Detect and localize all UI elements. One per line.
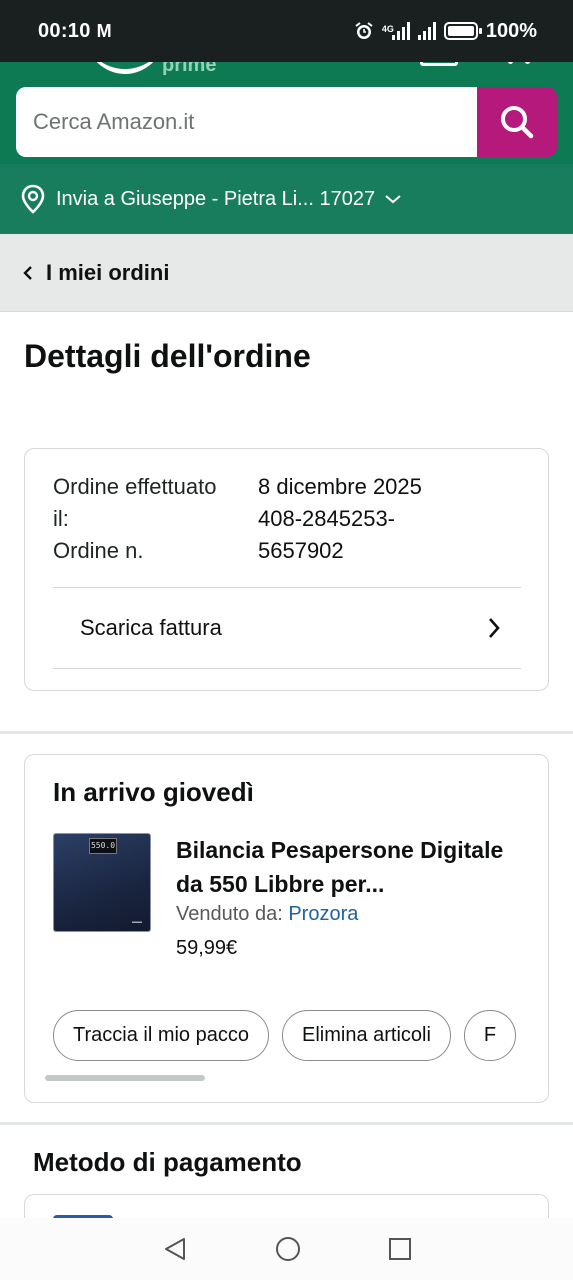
recents-square-icon[interactable]	[388, 1237, 412, 1261]
page-title: Dettagli dell'ordine	[24, 338, 311, 374]
alarm-icon	[355, 22, 373, 39]
search-bar	[16, 87, 557, 157]
status-time: 00:10	[38, 19, 91, 42]
gmail-notification-icon: M	[96, 20, 112, 41]
order-date-label: Ordine effettuato il:	[53, 474, 217, 531]
system-navigation-bar	[0, 1218, 573, 1280]
delivery-address: Invia a Giuseppe - Pietra Li... 17027	[56, 187, 376, 210]
location-pin-icon	[21, 184, 45, 214]
chevron-down-icon	[385, 195, 401, 204]
cart-icon[interactable]	[506, 62, 532, 64]
search-icon	[501, 106, 534, 139]
divider	[53, 668, 521, 669]
status-bar: 00:10 M 4G 100%	[0, 0, 573, 62]
chevron-left-icon	[23, 265, 32, 280]
download-invoice-row[interactable]: Scarica fattura	[53, 588, 521, 668]
home-circle-icon[interactable]	[274, 1235, 302, 1263]
product-image[interactable]: 550.0 ▬▬	[53, 833, 151, 932]
seller-info: Venduto da: Prozora	[176, 903, 358, 926]
search-input[interactable]	[16, 87, 477, 157]
search-button[interactable]	[477, 87, 557, 157]
order-info-values: 8 dicembre 2025 408-2845253-5657902	[258, 471, 488, 567]
order-date-value: 8 dicembre 2025	[258, 474, 422, 499]
product-title[interactable]: Bilancia Pesapersone Digitale da 550 Lib…	[176, 833, 526, 901]
scale-display: 550.0	[89, 838, 117, 854]
section-separator	[0, 731, 573, 734]
delivery-location-bar[interactable]: Invia a Giuseppe - Pietra Li... 17027	[0, 164, 573, 234]
back-to-orders[interactable]: I miei ordini	[0, 234, 573, 312]
back-label: I miei ordini	[46, 259, 170, 285]
order-summary-card: Ordine effettuato il: Ordine n. 8 dicemb…	[24, 448, 549, 691]
amazon-logo-smile[interactable]	[86, 62, 164, 74]
prime-logo-text: prime	[162, 62, 217, 76]
chevron-right-icon	[489, 618, 500, 638]
product-price: 59,99€	[176, 937, 238, 959]
app-header: prime	[0, 62, 573, 164]
download-invoice-label: Scarica fattura	[80, 615, 222, 640]
order-number-label: Ordine n.	[53, 538, 144, 563]
seller-label: Venduto da:	[176, 903, 283, 925]
shipment-card: In arrivo giovedì 550.0 ▬▬ Bilancia Pesa…	[24, 754, 549, 1103]
network-type-label: 4G	[381, 24, 394, 34]
horizontal-scrollbar[interactable]	[45, 1075, 205, 1081]
track-package-button[interactable]: Traccia il mio pacco	[53, 1010, 269, 1061]
status-indicators: 4G 100%	[354, 20, 537, 43]
mobile-signal-icon	[391, 22, 410, 40]
seller-link[interactable]: Prozora	[288, 903, 358, 925]
section-separator	[0, 1122, 573, 1125]
more-action-button[interactable]: F	[463, 1010, 517, 1061]
back-triangle-icon[interactable]	[162, 1236, 188, 1262]
remove-items-button[interactable]: Elimina articoli	[281, 1010, 451, 1061]
order-info-labels: Ordine effettuato il: Ordine n.	[53, 471, 223, 567]
payment-method-title: Metodo di pagamento	[33, 1147, 302, 1177]
delivery-status: In arrivo giovedì	[53, 777, 254, 807]
battery-icon	[443, 22, 482, 40]
account-icon[interactable]	[420, 62, 458, 66]
scale-brand-mark: ▬▬	[132, 919, 142, 925]
shipment-actions: Traccia il mio pacco Elimina articoli F	[53, 1010, 529, 1061]
battery-percent: 100%	[485, 19, 537, 42]
order-number-value: 408-2845253-5657902	[258, 506, 396, 563]
wifi-signal-icon	[417, 22, 436, 40]
